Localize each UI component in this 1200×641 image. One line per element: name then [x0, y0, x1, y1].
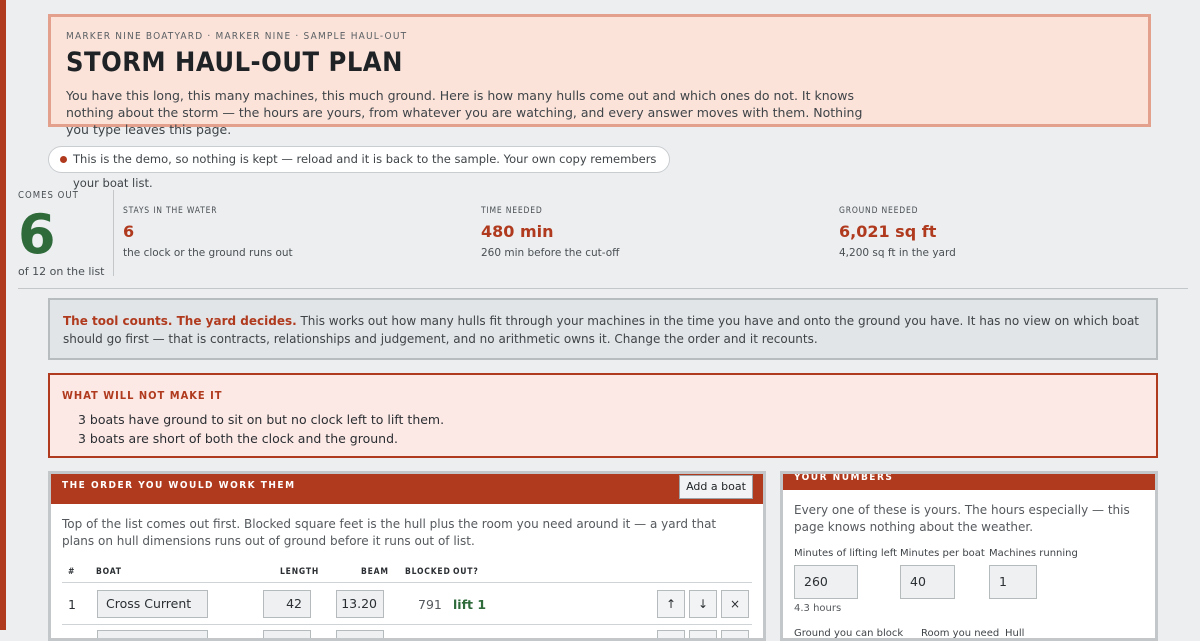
- column-header-beam: BEAM: [361, 567, 389, 577]
- warning-line: 3 boats have ground to sit on but no clo…: [78, 412, 445, 427]
- minutes-left-input[interactable]: 260: [794, 565, 858, 599]
- order-panel-title: THE ORDER YOU WOULD WORK THEM: [62, 480, 296, 491]
- section-divider: [18, 288, 1188, 289]
- demo-notice-text: This is the demo, so nothing is kept — r…: [73, 152, 657, 190]
- stays-stat: STAYS IN THE WATER 6 the clock or the gr…: [123, 206, 293, 259]
- column-header-length: LENGTH: [280, 567, 320, 577]
- move-down-button[interactable]: ↓: [689, 590, 717, 618]
- move-up-button[interactable]: ↑: [657, 590, 685, 618]
- order-panel: THE ORDER YOU WOULD WORK THEM Add a boat…: [48, 471, 766, 641]
- add-boat-button[interactable]: Add a boat: [679, 475, 753, 499]
- numbers-panel-title: YOUR NUMBERS: [794, 472, 894, 483]
- column-header-index: #: [68, 567, 76, 577]
- machines-input[interactable]: 1: [989, 565, 1037, 599]
- column-header-out: OUT?: [453, 567, 479, 577]
- length-input[interactable]: 42: [263, 590, 311, 618]
- beam-input[interactable]: 13.20: [336, 590, 384, 618]
- remove-boat-button[interactable]: ×: [721, 590, 749, 618]
- ground-stat: GROUND NEEDED 6,021 sq ft 4,200 sq ft in…: [839, 206, 956, 259]
- page-intro: You have this long, this many machines, …: [66, 88, 863, 137]
- stays-value: 6: [123, 222, 135, 241]
- table-header-divider: [62, 582, 752, 583]
- comes-out-value: 6: [18, 203, 56, 266]
- numbers-panel-intro: Every one of these is yours. The hours e…: [794, 503, 1130, 534]
- remove-boat-button[interactable]: [721, 630, 749, 638]
- column-header-blocked: BLOCKED: [405, 567, 451, 577]
- warning-panel: WHAT WILL NOT MAKE IT 3 boats have groun…: [48, 373, 1158, 458]
- minutes-per-boat-label: Minutes per boat: [900, 548, 985, 559]
- page-title: STORM HAUL-OUT PLAN: [66, 47, 403, 78]
- close-icon: ×: [729, 597, 741, 611]
- summary-divider: [113, 190, 114, 276]
- move-up-button[interactable]: [657, 630, 685, 638]
- ground-value: 6,021 sq ft: [839, 222, 937, 241]
- length-input[interactable]: [263, 630, 311, 638]
- time-value: 480 min: [481, 222, 554, 241]
- time-sub: 260 min before the cut-off: [481, 247, 620, 259]
- move-down-button[interactable]: [689, 630, 717, 638]
- minutes-per-boat-input[interactable]: 40: [900, 565, 955, 599]
- time-label: TIME NEEDED: [481, 206, 543, 216]
- warning-line: 3 boats are short of both the clock and …: [78, 431, 398, 446]
- out-status: lift 1: [453, 597, 487, 612]
- tool-note-lead: The tool counts. The yard decides.: [63, 314, 297, 328]
- ground-label: GROUND NEEDED: [839, 206, 919, 216]
- boat-name-input[interactable]: [97, 630, 208, 638]
- time-stat: TIME NEEDED 480 min 260 min before the c…: [481, 206, 619, 259]
- tool-note: The tool counts. The yard decides. This …: [48, 298, 1158, 360]
- breadcrumb: MARKER NINE BOATYARD · MARKER NINE · SAM…: [66, 31, 408, 42]
- arrow-up-icon: ↑: [665, 597, 677, 611]
- table-row-divider: [62, 624, 752, 625]
- status-dot-icon: [60, 156, 67, 163]
- minutes-left-label: Minutes of lifting left: [794, 548, 898, 559]
- blocked-value: 791: [418, 597, 442, 612]
- comes-out-sub: of 12 on the list: [18, 265, 105, 278]
- arrow-down-icon: ↓: [697, 597, 709, 611]
- page-header: MARKER NINE BOATYARD · MARKER NINE · SAM…: [48, 14, 1151, 137]
- hours-hint: 4.3 hours: [794, 603, 842, 614]
- numbers-panel: YOUR NUMBERS Every one of these is yours…: [780, 471, 1158, 641]
- ground-sub: 4,200 sq ft in the yard: [839, 247, 956, 259]
- beam-input[interactable]: [336, 630, 384, 638]
- boat-name-input[interactable]: Cross Current: [97, 590, 208, 618]
- numbers-panel-header: YOUR NUMBERS: [783, 474, 1155, 490]
- comes-out-summary: COMES OUT 6 of 12 on the list: [18, 190, 113, 278]
- order-panel-intro: Top of the list comes out first. Blocked…: [62, 517, 717, 548]
- warning-title: WHAT WILL NOT MAKE IT: [62, 389, 223, 402]
- stays-label: STAYS IN THE WATER: [123, 206, 218, 216]
- comes-out-label: COMES OUT: [18, 190, 79, 201]
- accent-side-bar: [0, 0, 6, 630]
- column-header-boat: BOAT: [96, 567, 122, 577]
- demo-notice: This is the demo, so nothing is kept — r…: [48, 146, 670, 190]
- order-panel-header: THE ORDER YOU WOULD WORK THEM Add a boat: [51, 474, 763, 504]
- row-index: 1: [68, 597, 76, 612]
- machines-label: Machines running: [989, 548, 1078, 559]
- stays-sub: the clock or the ground runs out: [123, 247, 293, 259]
